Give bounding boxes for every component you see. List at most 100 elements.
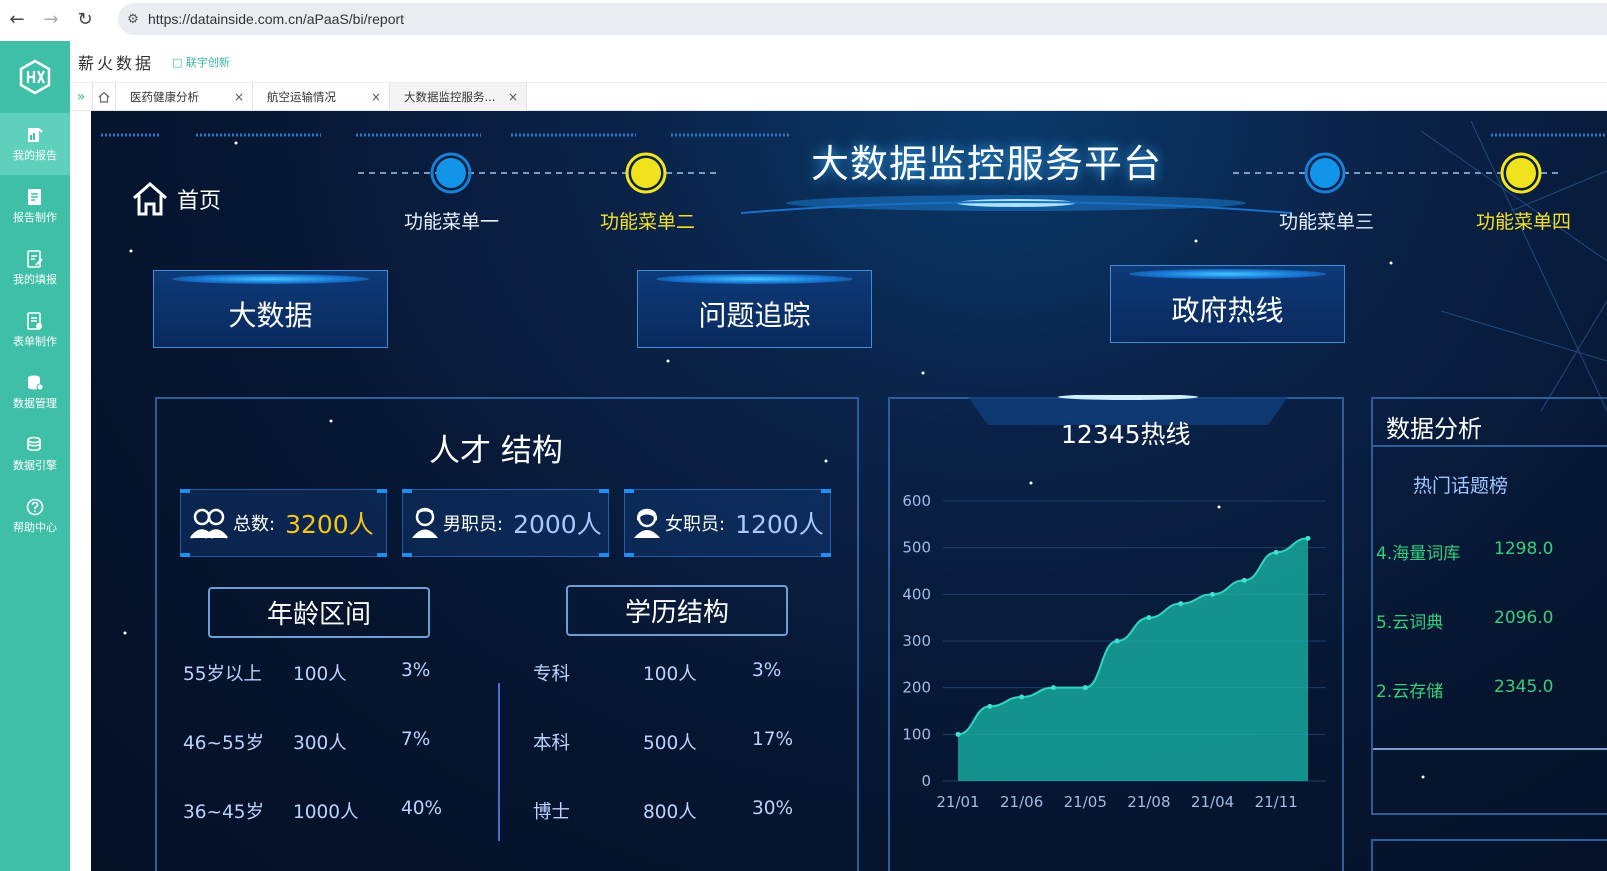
chart-title: 12345热线	[1061, 420, 1191, 449]
sidebar-item-label: 我的报告	[13, 148, 57, 162]
stat-label: 总数:	[233, 514, 276, 535]
x-tick-label: 21/06	[1000, 793, 1043, 811]
topic-value: 2096.0	[1494, 608, 1554, 628]
data-point	[1146, 615, 1152, 621]
tab-aviation[interactable]: 航空运输情况 ×	[253, 82, 390, 111]
edu-level: 专科	[533, 664, 571, 685]
sidebar-item-data-manage[interactable]: 数据管理	[0, 361, 70, 423]
data-point	[1210, 591, 1216, 597]
hot-topics-title: 热门话题榜	[1413, 475, 1509, 497]
y-tick-label: 500	[902, 539, 931, 557]
y-tick-label: 100	[902, 725, 931, 743]
y-tick-label: 0	[921, 772, 931, 790]
close-icon[interactable]: ×	[371, 90, 381, 104]
topic-value: 1298.0	[1494, 539, 1554, 559]
sidebar-item-form-make[interactable]: 表单制作	[0, 299, 70, 361]
x-tick-label: 21/01	[936, 793, 979, 811]
male-user-icon	[412, 507, 438, 538]
divider	[1373, 748, 1607, 750]
sub-brand[interactable]: □ 联宇创新	[172, 54, 230, 70]
form-icon	[27, 311, 42, 330]
age-range: 46~55岁	[183, 733, 265, 754]
database-icon	[28, 375, 44, 390]
secondary-panel	[1371, 839, 1607, 871]
sidebar-item-my-fill[interactable]: 我的填报	[0, 237, 70, 299]
address-bar[interactable]: ⚙ https://datainside.com.cn/aPaaS/bi/rep…	[118, 3, 1607, 35]
topic-name: 2.云存储	[1376, 682, 1444, 702]
stat-male: 男职员: 2000人	[402, 489, 609, 557]
edu-pct: 30%	[752, 798, 794, 819]
stat-value: 1200人	[735, 510, 824, 539]
tab-bigdata[interactable]: 大数据监控服务... ×	[390, 82, 527, 111]
menu-markers	[430, 152, 1542, 194]
age-count: 1000人	[293, 802, 359, 823]
stat-label: 女职员:	[665, 514, 726, 535]
menu-item-4[interactable]: 功能菜单四	[1476, 207, 1571, 234]
sidebar-item-data-engine[interactable]: 数据引擎	[0, 423, 70, 485]
logo[interactable]	[0, 41, 70, 113]
age-range: 55岁以上	[183, 664, 263, 685]
stat-value: 2000人	[513, 510, 602, 539]
expand-sidebar-icon[interactable]: »	[70, 89, 92, 105]
edu-count: 100人	[643, 664, 697, 685]
engine-icon	[27, 436, 41, 451]
menu-item-1[interactable]: 功能菜单一	[404, 207, 499, 234]
menu-item-3[interactable]: 功能菜单三	[1279, 207, 1374, 234]
sidebar-item-report-make[interactable]: 报告制作	[0, 175, 70, 237]
help-icon	[26, 498, 44, 515]
data-point	[1082, 685, 1088, 691]
browser-toolbar: ← → ↻ ⚙ https://datainside.com.cn/aPaaS/…	[0, 0, 1607, 38]
female-user-icon	[634, 508, 660, 538]
y-tick-label: 600	[902, 492, 931, 510]
close-icon[interactable]: ×	[508, 90, 518, 104]
group-icon	[189, 508, 229, 539]
sidebar-item-label: 报告制作	[13, 210, 57, 224]
stat-total: 总数: 3200人	[180, 489, 387, 557]
data-point	[1305, 535, 1311, 541]
report-edit-icon	[28, 188, 41, 205]
tab-label: 大数据监控服务...	[404, 89, 496, 104]
url-text: https://datainside.com.cn/aPaaS/bi/repor…	[148, 11, 405, 27]
x-tick-label: 21/04	[1191, 793, 1234, 811]
edu-count: 800人	[643, 802, 697, 823]
divider	[1373, 445, 1607, 447]
data-point	[1050, 685, 1056, 691]
tab-label: 医药健康分析	[130, 89, 199, 104]
data-point	[1241, 577, 1247, 583]
data-point	[955, 731, 961, 737]
stat-value: 3200人	[285, 510, 374, 539]
sidebar-item-my-report[interactable]: 我的报告	[0, 113, 70, 175]
sidebar: 我的报告 报告制作 我的填报 表单制作 数据管理 数据引擎 帮助中心	[0, 41, 70, 871]
reload-icon[interactable]: ↻	[68, 2, 102, 36]
stat-label: 男职员:	[443, 514, 504, 535]
x-tick-label: 21/11	[1255, 793, 1298, 811]
brand-name: 薪火数据	[78, 53, 155, 73]
bigdata-button[interactable]: 大数据	[153, 270, 388, 348]
data-point	[1114, 638, 1120, 644]
sidebar-item-label: 帮助中心	[13, 520, 57, 534]
sidebar-item-label: 数据引擎	[13, 458, 57, 472]
age-range-button[interactable]: 年龄区间	[208, 587, 430, 638]
forward-icon[interactable]: →	[34, 2, 68, 36]
site-info-icon[interactable]: ⚙	[118, 12, 148, 27]
sidebar-item-help[interactable]: 帮助中心	[0, 485, 70, 547]
topic-value: 2345.0	[1494, 677, 1554, 697]
tab-medical[interactable]: 医药健康分析 ×	[116, 82, 253, 111]
issue-tracking-button[interactable]: 问题追踪	[637, 270, 872, 348]
talent-title: 人才 结构	[429, 433, 563, 469]
analysis-title: 数据分析	[1386, 415, 1482, 443]
sidebar-item-label: 我的填报	[13, 272, 57, 286]
menu-item-2[interactable]: 功能菜单二	[600, 207, 695, 234]
tab-label: 航空运输情况	[267, 89, 336, 104]
edu-count: 500人	[643, 733, 697, 754]
back-icon[interactable]: ←	[0, 2, 34, 36]
close-icon[interactable]: ×	[234, 90, 244, 104]
gov-hotline-button[interactable]: 政府热线	[1110, 265, 1345, 343]
education-button[interactable]: 学历结构	[566, 585, 788, 636]
app-header: 薪火数据 □ 联宇创新	[70, 41, 1607, 83]
home-tab-icon[interactable]	[92, 82, 116, 111]
data-point	[1178, 601, 1184, 607]
age-count: 300人	[293, 733, 347, 754]
age-pct: 7%	[401, 729, 431, 750]
stat-female: 女职员: 1200人	[624, 489, 831, 557]
